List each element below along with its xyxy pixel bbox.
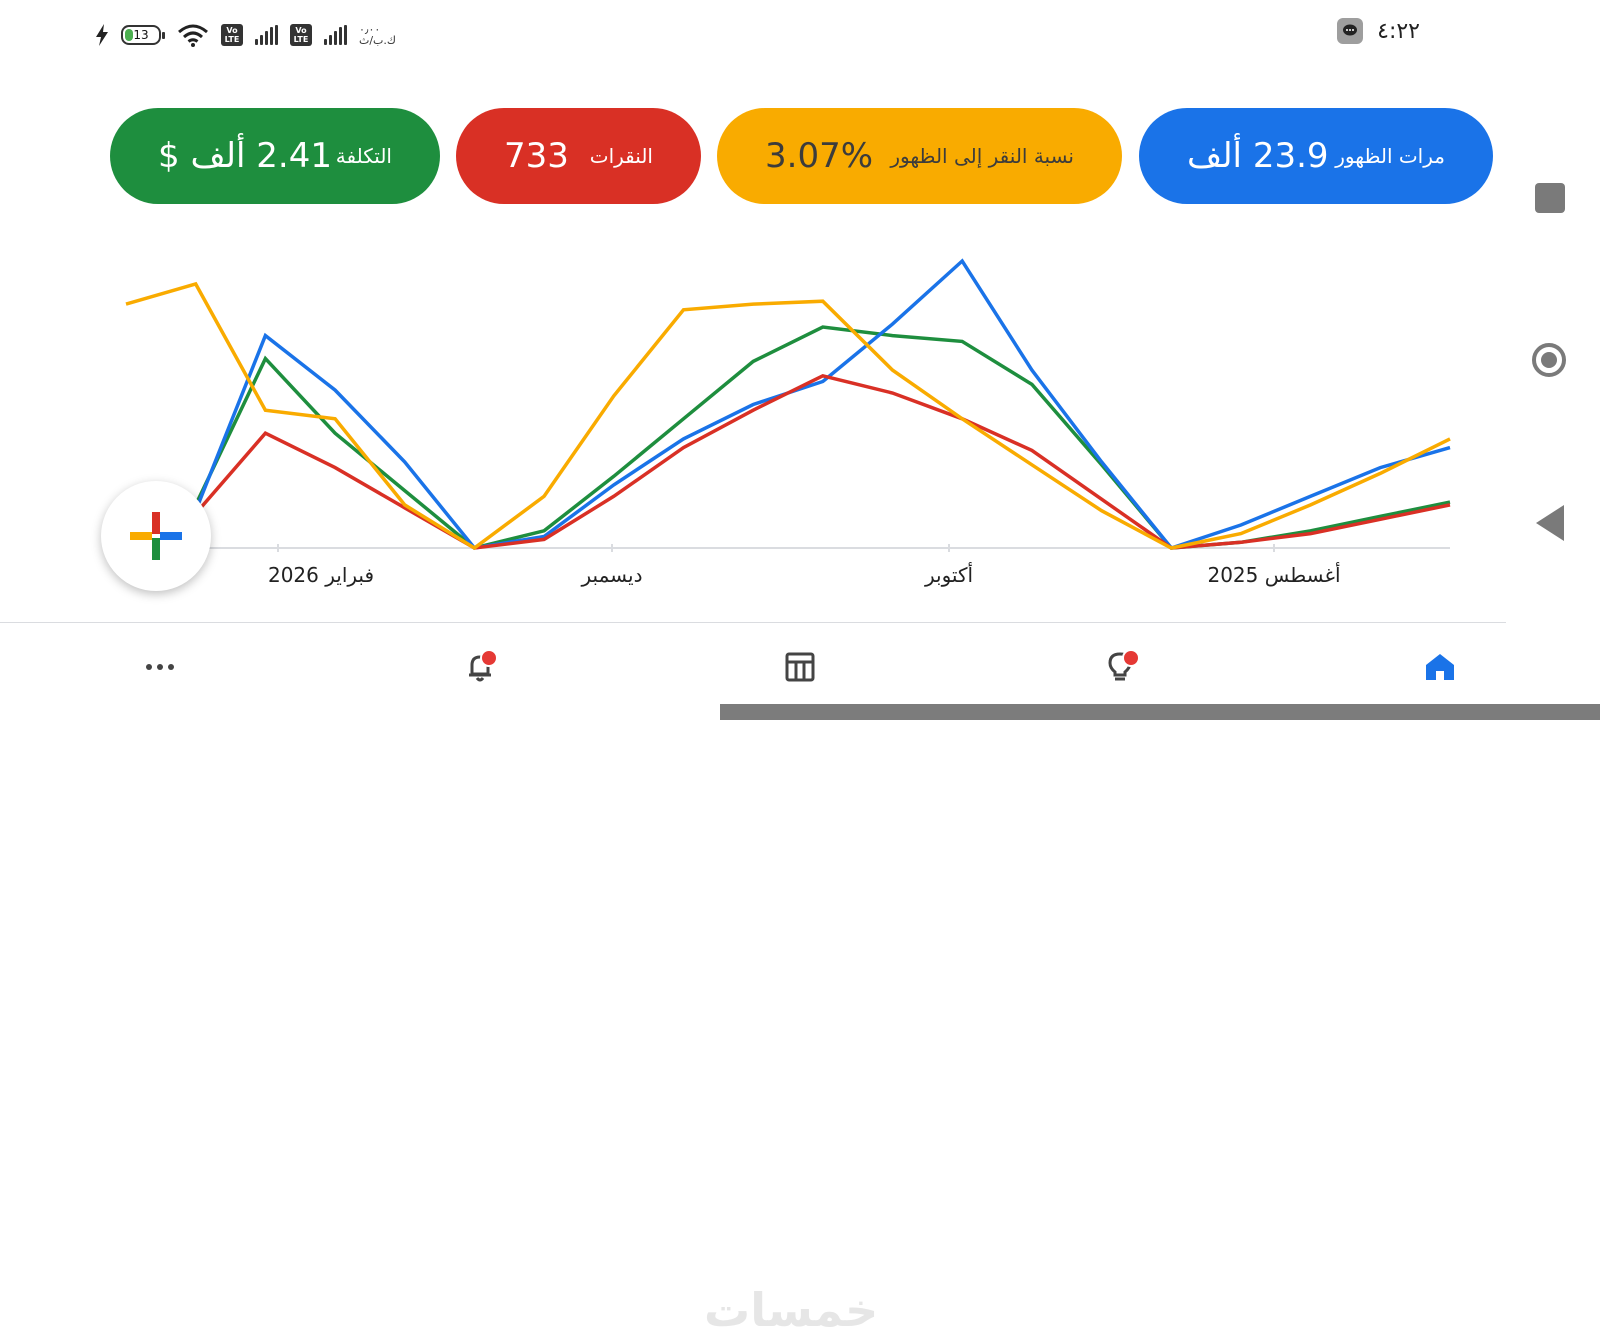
volte-icon: Vo LTE: [221, 24, 243, 46]
x-tick-label: ديسمبر: [581, 563, 643, 587]
x-tick-label: فبراير 2026: [267, 563, 375, 587]
home-system-button[interactable]: [1532, 343, 1566, 377]
notification-badge: [480, 649, 498, 667]
metric-pills: مرات الظهور 23.9 ألف نسبة النقر إلى الظه…: [0, 108, 1600, 204]
recent-apps-button[interactable]: [1535, 183, 1565, 213]
metric-impressions[interactable]: مرات الظهور 23.9 ألف: [1139, 108, 1493, 204]
recommendations-badge: [1122, 649, 1140, 667]
plus-icon: [130, 512, 182, 560]
battery-icon: 13: [121, 25, 165, 45]
signal-icon-2: [324, 25, 347, 45]
wifi-icon: [178, 24, 208, 47]
network-speed: ٠٫٠٠ ك.ب/ث: [359, 23, 396, 47]
metric-ctr[interactable]: نسبة النقر إلى الظهور 3.07%: [717, 108, 1122, 204]
nav-table-button[interactable]: [778, 645, 822, 689]
metric-label: التكلفة: [335, 144, 392, 168]
home-icon: [1426, 654, 1454, 680]
metric-value: 3.07%: [765, 136, 874, 176]
battery-level: 13: [133, 28, 149, 42]
nav-recommendations-button[interactable]: [1098, 645, 1142, 689]
status-bar: 13 Vo LTE Vo LTE ٠٫٠٠ ك.ب/ث ٤:٢٢: [0, 0, 1600, 70]
system-navigation: [1506, 0, 1600, 720]
back-button[interactable]: [1536, 505, 1564, 541]
status-bar-right: ٤:٢٢: [1337, 18, 1420, 44]
metric-value: 23.9 ألف: [1187, 136, 1329, 176]
more-icon: [146, 664, 174, 670]
add-fab-button[interactable]: [101, 481, 211, 591]
metric-label: مرات الظهور: [1335, 144, 1445, 168]
nav-notifications-button[interactable]: [458, 645, 502, 689]
performance-chart[interactable]: أغسطس 2025 أكتوبر ديسمبر فبراير 2026: [0, 215, 1600, 600]
signal-icon: [255, 25, 278, 45]
gesture-bar: [720, 704, 1600, 720]
nav-home-button[interactable]: [1418, 645, 1462, 689]
watermark-text: خمسات: [704, 1283, 879, 1337]
metric-cost[interactable]: التكلفة 2.41 ألف $: [110, 108, 440, 204]
metric-clicks[interactable]: النقرات 733: [456, 108, 701, 204]
charging-icon: [96, 24, 108, 46]
volte-icon-2: Vo LTE: [290, 24, 312, 46]
metric-label: نسبة النقر إلى الظهور: [890, 144, 1074, 168]
metric-value: 2.41 ألف $: [158, 136, 332, 176]
x-tick-label: أكتوبر: [924, 563, 974, 587]
metric-value: 733: [504, 136, 569, 176]
nav-more-button[interactable]: [138, 645, 182, 689]
series-line-2: [125, 325, 1451, 550]
status-bar-left: 13 Vo LTE Vo LTE ٠٫٠٠ ك.ب/ث: [95, 20, 396, 50]
clock: ٤:٢٢: [1377, 18, 1420, 44]
metric-label: النقرات: [589, 144, 653, 168]
table-icon: [785, 652, 815, 682]
chart-svg: [125, 258, 1451, 552]
x-tick-label: أغسطس 2025: [1207, 563, 1341, 587]
series-line-3: [125, 281, 1451, 551]
message-notification-icon: [1337, 18, 1364, 44]
